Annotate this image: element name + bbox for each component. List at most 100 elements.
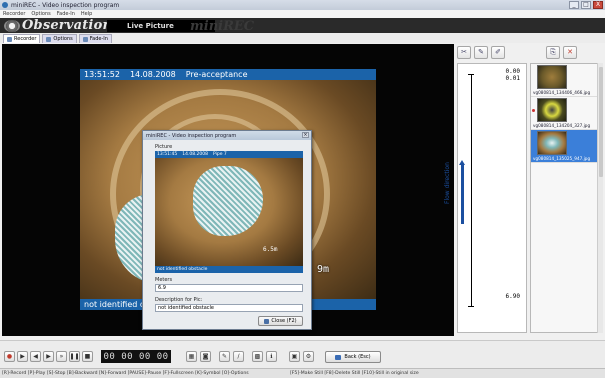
close-button[interactable]: X [593,1,603,9]
header-banner: Observation Live Picture miniREC [0,18,605,34]
watermark: miniREC [190,19,255,34]
grid-icon: ▦ [188,353,195,360]
image-button[interactable]: ▣ [289,351,300,362]
recorder-tab-icon [7,36,12,42]
options-tab-icon [46,36,52,42]
record-button[interactable]: ● [4,351,15,362]
thumbnail-image [537,98,567,122]
tab-options[interactable]: Options [42,34,77,43]
picture-label: Picture [155,144,173,150]
back-button[interactable]: Back (Esc) [325,351,381,363]
window-title: miniREC - Video inspection program [11,1,120,9]
flow-direction-label: Flow direction [444,162,451,204]
video-display[interactable]: 13:51:52 14.08.2008 Pre-acceptance 9m no… [2,44,454,336]
thumbnail-name: vg080814_135025_947.jpg [533,156,591,161]
menu-fade-in[interactable]: Fade-In [57,11,75,17]
tab-label: Options [53,36,73,42]
dialog-title: miniREC - Video inspection program [146,132,237,139]
tab-strip: Recorder Options Fade-In [0,33,605,43]
menu-help[interactable]: Help [81,11,92,17]
scrollbar-thumb[interactable] [599,67,603,177]
pipe-end-cap [468,306,474,307]
pencil-icon: ✎ [221,353,228,360]
video-osd-header: 13:51:52 14.08.2008 Pre-acceptance [80,69,376,80]
symbol-button[interactable]: ▦ [186,351,197,362]
stills-scrollbar[interactable] [597,63,603,333]
floppy-icon [264,318,270,324]
still-image: 6.5m [155,158,303,266]
status-shortcuts: [R]-Record [P]-Play [S]-Stop [B]-Backwar… [2,371,249,376]
gear-icon: ⚙ [305,353,312,360]
pause-button[interactable]: ❚❚ [69,351,80,362]
osd-time: 13:51:52 [84,70,120,79]
stills-list: vg080814_134406_466.jpg vg080814_134204_… [530,63,603,333]
flow-arrow-icon [459,160,465,224]
pen-icon: ✎ [478,48,484,56]
still-obstacle [193,166,263,236]
settings-button[interactable]: ⚙ [303,351,314,362]
forward-icon: ▶ [46,353,51,360]
maximize-button[interactable]: □ [581,1,591,9]
tab-recorder[interactable]: Recorder [3,34,41,43]
thumbnail-name: vg080814_134204_327.jpg [533,123,591,128]
forward-button[interactable]: ▶ [43,351,54,362]
app-icon [2,2,8,8]
dialog-close-button[interactable]: Close (F2) [258,316,303,326]
osd-distance: 9m [317,264,330,275]
back-icon [335,354,342,360]
transport-bar: ● ▶ ◀ ▶ » ❚❚ ■ 00 00 00 00 ▦ ◙ ✎ ∕ ▩ ℹ ▣… [0,340,605,368]
line-icon: ∕ [237,353,240,360]
backward-button[interactable]: ◀ [30,351,41,362]
copy-button[interactable]: ⎘ [546,45,560,59]
still-picture: 13:51:45 14.08.2008 Pipe 7 6.5m not iden… [155,151,303,273]
info-icon: ℹ [270,353,273,360]
delete-button[interactable]: ✕ [563,45,577,59]
tab-label: Fade-In [89,36,108,42]
record-icon: ● [6,353,13,360]
eye-logo-icon [4,19,20,32]
still-distance: 6.5m [263,246,278,253]
list-item[interactable]: vg080814_135025_947.jpg [531,130,602,163]
menu-bar: Recorder Options Fade-In Help [0,10,605,18]
list-item[interactable]: vg080814_134406_466.jpg [531,64,602,97]
window-controls: _ □ X [569,1,603,9]
stop-button[interactable]: ■ [82,351,93,362]
info-button[interactable]: ℹ [266,351,277,362]
cut-icon: ✂ [461,48,467,56]
brand: Observation [4,18,112,33]
play-button[interactable]: ▶ [17,351,28,362]
tab-fade-in[interactable]: Fade-In [78,34,112,43]
draw-button[interactable]: ✎ [219,351,230,362]
meters-field[interactable]: 6.9 [155,284,303,292]
fast-forward-button[interactable]: » [56,351,67,362]
tab-label: Recorder [14,36,37,42]
brand-name: Observation [22,18,113,33]
cut-button[interactable]: ✂ [457,45,471,59]
edit-alt-button[interactable]: ✐ [491,45,505,59]
dialog-close-icon[interactable]: × [302,132,309,138]
thumbnail-image [537,131,567,155]
list-item[interactable]: vg080814_134204_327.jpg [531,97,602,130]
description-field[interactable]: not identified obstacle [155,304,303,312]
copy-icon: ⎘ [550,47,556,56]
menu-options[interactable]: Options [31,11,50,17]
close-button-label: Close (F2) [271,318,297,324]
camera-button[interactable]: ◙ [200,351,211,362]
status-still-shortcuts: [F5]-Make Still [F8]-Delete Still [F10]-… [290,371,419,376]
palette-icon: ▩ [254,353,261,360]
fast-forward-icon: » [59,353,64,360]
timecode-display: 00 00 00 00 [101,350,171,363]
menu-recorder[interactable]: Recorder [3,11,25,17]
meters-label: Meters [155,277,173,283]
line-button[interactable]: ∕ [233,351,244,362]
delete-icon: ✕ [567,48,573,56]
minimize-button[interactable]: _ [569,1,579,9]
stop-icon: ■ [84,353,91,360]
play-icon: ▶ [20,353,25,360]
edit-button[interactable]: ✎ [474,45,488,59]
still-pipe: Pipe 7 [212,152,227,157]
osd-date: 14.08.2008 [129,70,176,79]
camera-icon: ◙ [202,353,209,360]
thumbnail-name: vg080814_134406_466.jpg [533,90,591,95]
color-button[interactable]: ▩ [252,351,263,362]
